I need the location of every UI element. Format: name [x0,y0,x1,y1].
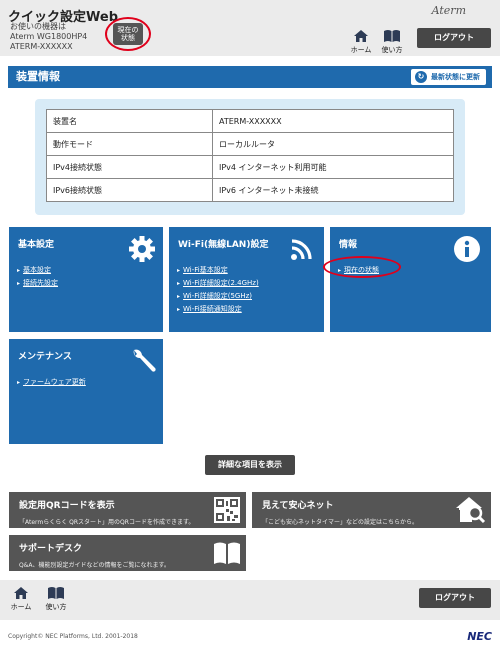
table-row: 動作モード ローカルルータ [46,132,454,156]
link-wifi-5ghz[interactable]: Wi-Fi詳細設定(5GHz) [177,290,259,303]
home-label: ホーム [350,46,372,54]
wifi-settings-title: Wi-Fi(無線LAN)設定 [178,240,269,250]
current-status-button[interactable]: 現在の 状態 [113,23,143,45]
info-icon [454,236,480,262]
link-wifi-notification[interactable]: Wi-Fi接続通知設定 [177,303,259,316]
device-info-title: 装置情報 [16,70,60,83]
link-connection-settings[interactable]: 接続先設定 [17,277,58,290]
home-icon [14,587,28,599]
qr-code-desc: 「Atermらくらく QRスタート」用のQRコードを作成できます。 [19,519,195,526]
home-button[interactable]: ホーム [350,29,372,55]
maintenance-links: ファームウェア更新 [17,376,86,389]
house-search-icon [456,497,486,524]
info-tile: 情報 現在の状態 [323,227,491,332]
qr-code-card[interactable]: 設定用QRコードを表示 「Atermらくらく QRスタート」用のQRコードを作成… [9,492,246,528]
book-icon [384,30,400,42]
device-info-header: 装置情報 ↻ 最新状態に更新 [8,66,492,88]
nec-logo: NEC [467,630,492,643]
refresh-icon: ↻ [415,71,427,83]
table-row: 装置名 ATERM-XXXXXX [46,109,454,133]
wifi-icon [291,239,312,260]
device-info-table: 装置名 ATERM-XXXXXX 動作モード ローカルルータ IPv4接続状態 … [46,109,454,202]
support-desk-card[interactable]: サポートデスク Q&A、機能別設定ガイドなどの情報をご覧になれます。 [9,535,246,571]
refresh-button[interactable]: ↻ 最新状態に更新 [411,69,486,85]
safety-net-desc: 「こども安心ネットタイマー」などの設定はこちらから。 [262,519,419,526]
footer-bar: ホーム 使い方 ログアウト [0,580,500,620]
current-status-label-2: 状態 [121,34,135,42]
table-row: IPv6接続状態 IPv6 インターネット未接続 [46,178,454,202]
qr-code-title: 設定用QRコードを表示 [19,501,115,511]
table-key: 動作モード [46,132,213,156]
table-key: 装置名 [46,109,213,133]
basic-settings-title: 基本設定 [18,240,55,250]
safety-net-title: 見えて安心ネット [262,501,334,511]
support-desk-title: サポートデスク [19,544,83,554]
footer-logout-button[interactable]: ログアウト [419,588,491,608]
link-wifi-24ghz[interactable]: Wi-Fi詳細設定(2.4GHz) [177,277,259,290]
table-value: ローカルルータ [212,132,454,156]
device-name-text: ATERM-XXXXXX [10,42,73,51]
device-intro-text: お使いの機器は [10,22,66,31]
table-row: IPv4接続状態 IPv4 インターネット利用可能 [46,155,454,179]
link-firmware-update[interactable]: ファームウェア更新 [17,376,86,389]
safety-net-card[interactable]: 見えて安心ネット 「こども安心ネットタイマー」などの設定はこちらから。 [252,492,491,528]
manual-button[interactable]: 使い方 [380,29,404,55]
home-icon [354,30,368,42]
copyright-text: Copyright© NEC Platforms, Ltd. 2001-2018 [8,633,138,640]
book-icon [48,587,64,599]
brand-logo: Aterm [431,4,466,17]
maintenance-tile: メンテナンス ファームウェア更新 [9,339,163,444]
book-icon [214,542,240,564]
device-model-text: Aterm WG1800HP4 [10,32,88,41]
wifi-settings-links: Wi-Fi基本設定 Wi-Fi詳細設定(2.4GHz) Wi-Fi詳細設定(5G… [177,264,259,316]
table-value: IPv4 インターネット利用可能 [212,155,454,179]
basic-settings-tile: 基本設定 基本設定 接続先設定 [9,227,163,332]
logout-button[interactable]: ログアウト [417,28,491,48]
current-status-label-1: 現在の [117,26,139,34]
link-basic-settings[interactable]: 基本設定 [17,264,58,277]
header-bar: クイック設定Web お使いの機器は Aterm WG1800HP4 ATERM-… [0,0,500,56]
info-title: 情報 [339,240,358,250]
show-details-button[interactable]: 詳細な項目を表示 [205,455,295,475]
link-wifi-basic[interactable]: Wi-Fi基本設定 [177,264,259,277]
device-info-panel: 装置名 ATERM-XXXXXX 動作モード ローカルルータ IPv4接続状態 … [35,99,465,215]
footer-home-button[interactable]: ホーム [10,586,32,612]
support-desk-desc: Q&A、機能別設定ガイドなどの情報をご覧になれます。 [19,562,170,569]
table-key: IPv6接続状態 [46,178,213,202]
refresh-label: 最新状態に更新 [431,73,480,81]
info-links: 現在の状態 [338,264,379,277]
footer-manual-button[interactable]: 使い方 [44,586,68,612]
link-current-status[interactable]: 現在の状態 [338,264,379,277]
wrench-icon [133,349,156,372]
maintenance-title: メンテナンス [18,352,72,362]
gear-icon [129,236,155,262]
table-value: ATERM-XXXXXX [212,109,454,133]
footer-manual-label: 使い方 [45,603,67,611]
table-value: IPv6 インターネット未接続 [212,178,454,202]
manual-label: 使い方 [381,46,403,54]
table-key: IPv4接続状態 [46,155,213,179]
qr-code-icon [214,497,240,523]
wifi-settings-tile: Wi-Fi(無線LAN)設定 Wi-Fi基本設定 Wi-Fi詳細設定(2.4GH… [169,227,324,332]
footer-home-label: ホーム [10,603,32,611]
basic-settings-links: 基本設定 接続先設定 [17,264,58,290]
